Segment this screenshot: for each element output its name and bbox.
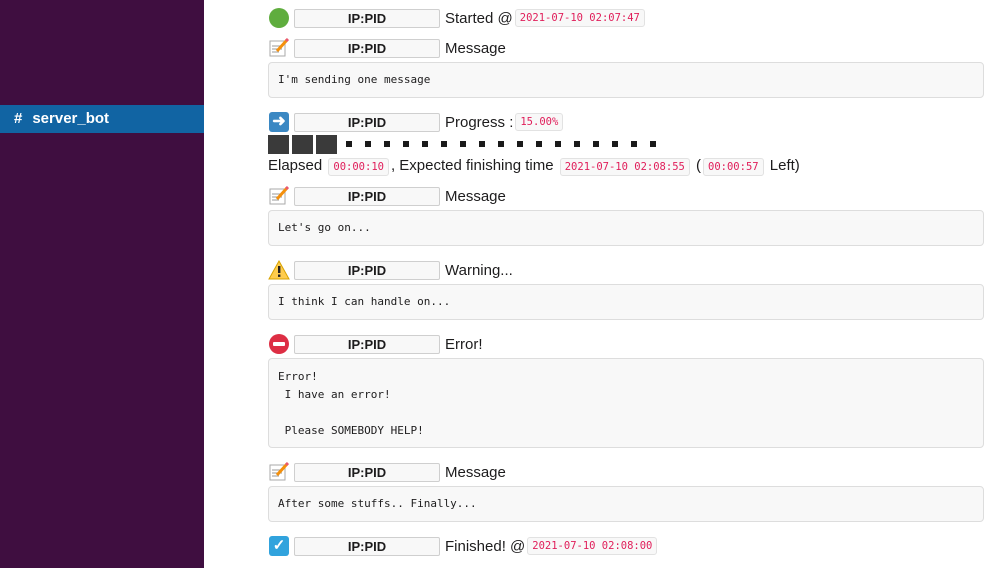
message-2-body: Let's go on... [268,210,984,246]
progress-segment-done [292,134,313,154]
body-line: I'm sending one message [278,73,431,86]
ip-pid-tag: IP:PID [294,38,440,58]
finished-label: Finished! @ [445,537,526,555]
ip-pid-tag: IP:PID [294,334,440,354]
progress-segment-todo [650,141,656,147]
left-open: ( [696,157,702,174]
error-body: Error! I have an error! Please SOMEBODY … [268,358,984,448]
eta-line: Elapsed 00:00:10, Expected finishing tim… [268,156,800,176]
progress-segment-todo [555,141,561,147]
body-line: Let's go on... [278,221,371,234]
progress-label: Progress : [445,113,514,131]
memo-icon [268,37,290,59]
expected-time: 2021-07-10 02:08:55 [559,158,690,176]
progress-bar [268,134,663,154]
elapsed-label: Elapsed [268,157,323,174]
warning-message: IP:PID Warning... [268,259,984,281]
message-3: IP:PID Message [268,461,984,483]
expected-label: , Expected finishing time [390,157,554,174]
sidebar: # server_bot [0,0,204,568]
ip-pid-tag: IP:PID [294,260,440,280]
message-3-body: After some stuffs.. Finally... [268,486,984,522]
warning-icon [268,259,290,281]
progress-segment-todo [612,141,618,147]
error-label: Error! [445,335,483,353]
progress-segment-todo [384,141,390,147]
progress-message: ➜ IP:PID Progress : 15.00% [268,111,984,133]
ip-pid-tag: IP:PID [294,462,440,482]
warning-label: Warning... [445,261,513,279]
no-entry-icon [268,333,290,355]
progress-segment-todo [631,141,637,147]
body-line [278,404,974,422]
progress-segment-todo [346,141,352,147]
progress-segment-todo [479,141,485,147]
memo-icon [268,461,290,483]
progress-segment-todo [365,141,371,147]
memo-icon [268,185,290,207]
progress-segment-done [268,134,289,154]
error-message: IP:PID Error! [268,333,984,355]
message-label: Message [445,39,506,57]
body-line: Please SOMEBODY HELP! [278,424,424,437]
body-line: I have an error! [278,388,391,401]
message-1-body: I'm sending one message [268,62,984,98]
body-line: Error! [278,370,318,383]
channel-hash: # [14,110,23,127]
progress-percent: 15.00% [515,113,564,131]
green-circle-icon [268,7,290,29]
channel-name: server_bot [32,110,110,127]
progress-segment-todo [403,141,409,147]
finished-message: ✓ IP:PID Finished! @ 2021-07-10 02:08:00 [268,535,984,557]
progress-segment-done [316,134,337,154]
started-message: IP:PID Started @ 2021-07-10 02:07:47 [268,7,984,29]
progress-segment-todo [422,141,428,147]
ip-pid-tag: IP:PID [294,8,440,28]
ip-pid-tag: IP:PID [294,112,440,132]
started-timestamp: 2021-07-10 02:07:47 [514,9,645,27]
finished-timestamp: 2021-07-10 02:08:00 [527,537,658,555]
progress-segment-todo [441,141,447,147]
message-list: IP:PID Started @ 2021-07-10 02:07:47 IP:… [268,0,984,568]
left-label: Left) [769,157,800,174]
progress-segment-todo [574,141,580,147]
elapsed-time: 00:00:10 [328,158,389,176]
arrow-right-icon: ➜ [268,111,290,133]
left-time: 00:00:57 [703,158,764,176]
progress-segment-todo [498,141,504,147]
warning-body: I think I can handle on... [268,284,984,320]
started-label: Started @ [445,9,513,27]
progress-segment-todo [593,141,599,147]
message-1: IP:PID Message [268,37,984,59]
progress-segment-todo [517,141,523,147]
message-label: Message [445,463,506,481]
ip-pid-tag: IP:PID [294,186,440,206]
message-2: IP:PID Message [268,185,984,207]
ip-pid-tag: IP:PID [294,536,440,556]
progress-segment-todo [460,141,466,147]
progress-segment-todo [536,141,542,147]
check-mark-icon: ✓ [268,535,290,557]
sidebar-item-server-bot[interactable]: # server_bot [0,105,204,133]
message-label: Message [445,187,506,205]
body-line: I think I can handle on... [278,295,451,308]
body-line: After some stuffs.. Finally... [278,497,477,510]
